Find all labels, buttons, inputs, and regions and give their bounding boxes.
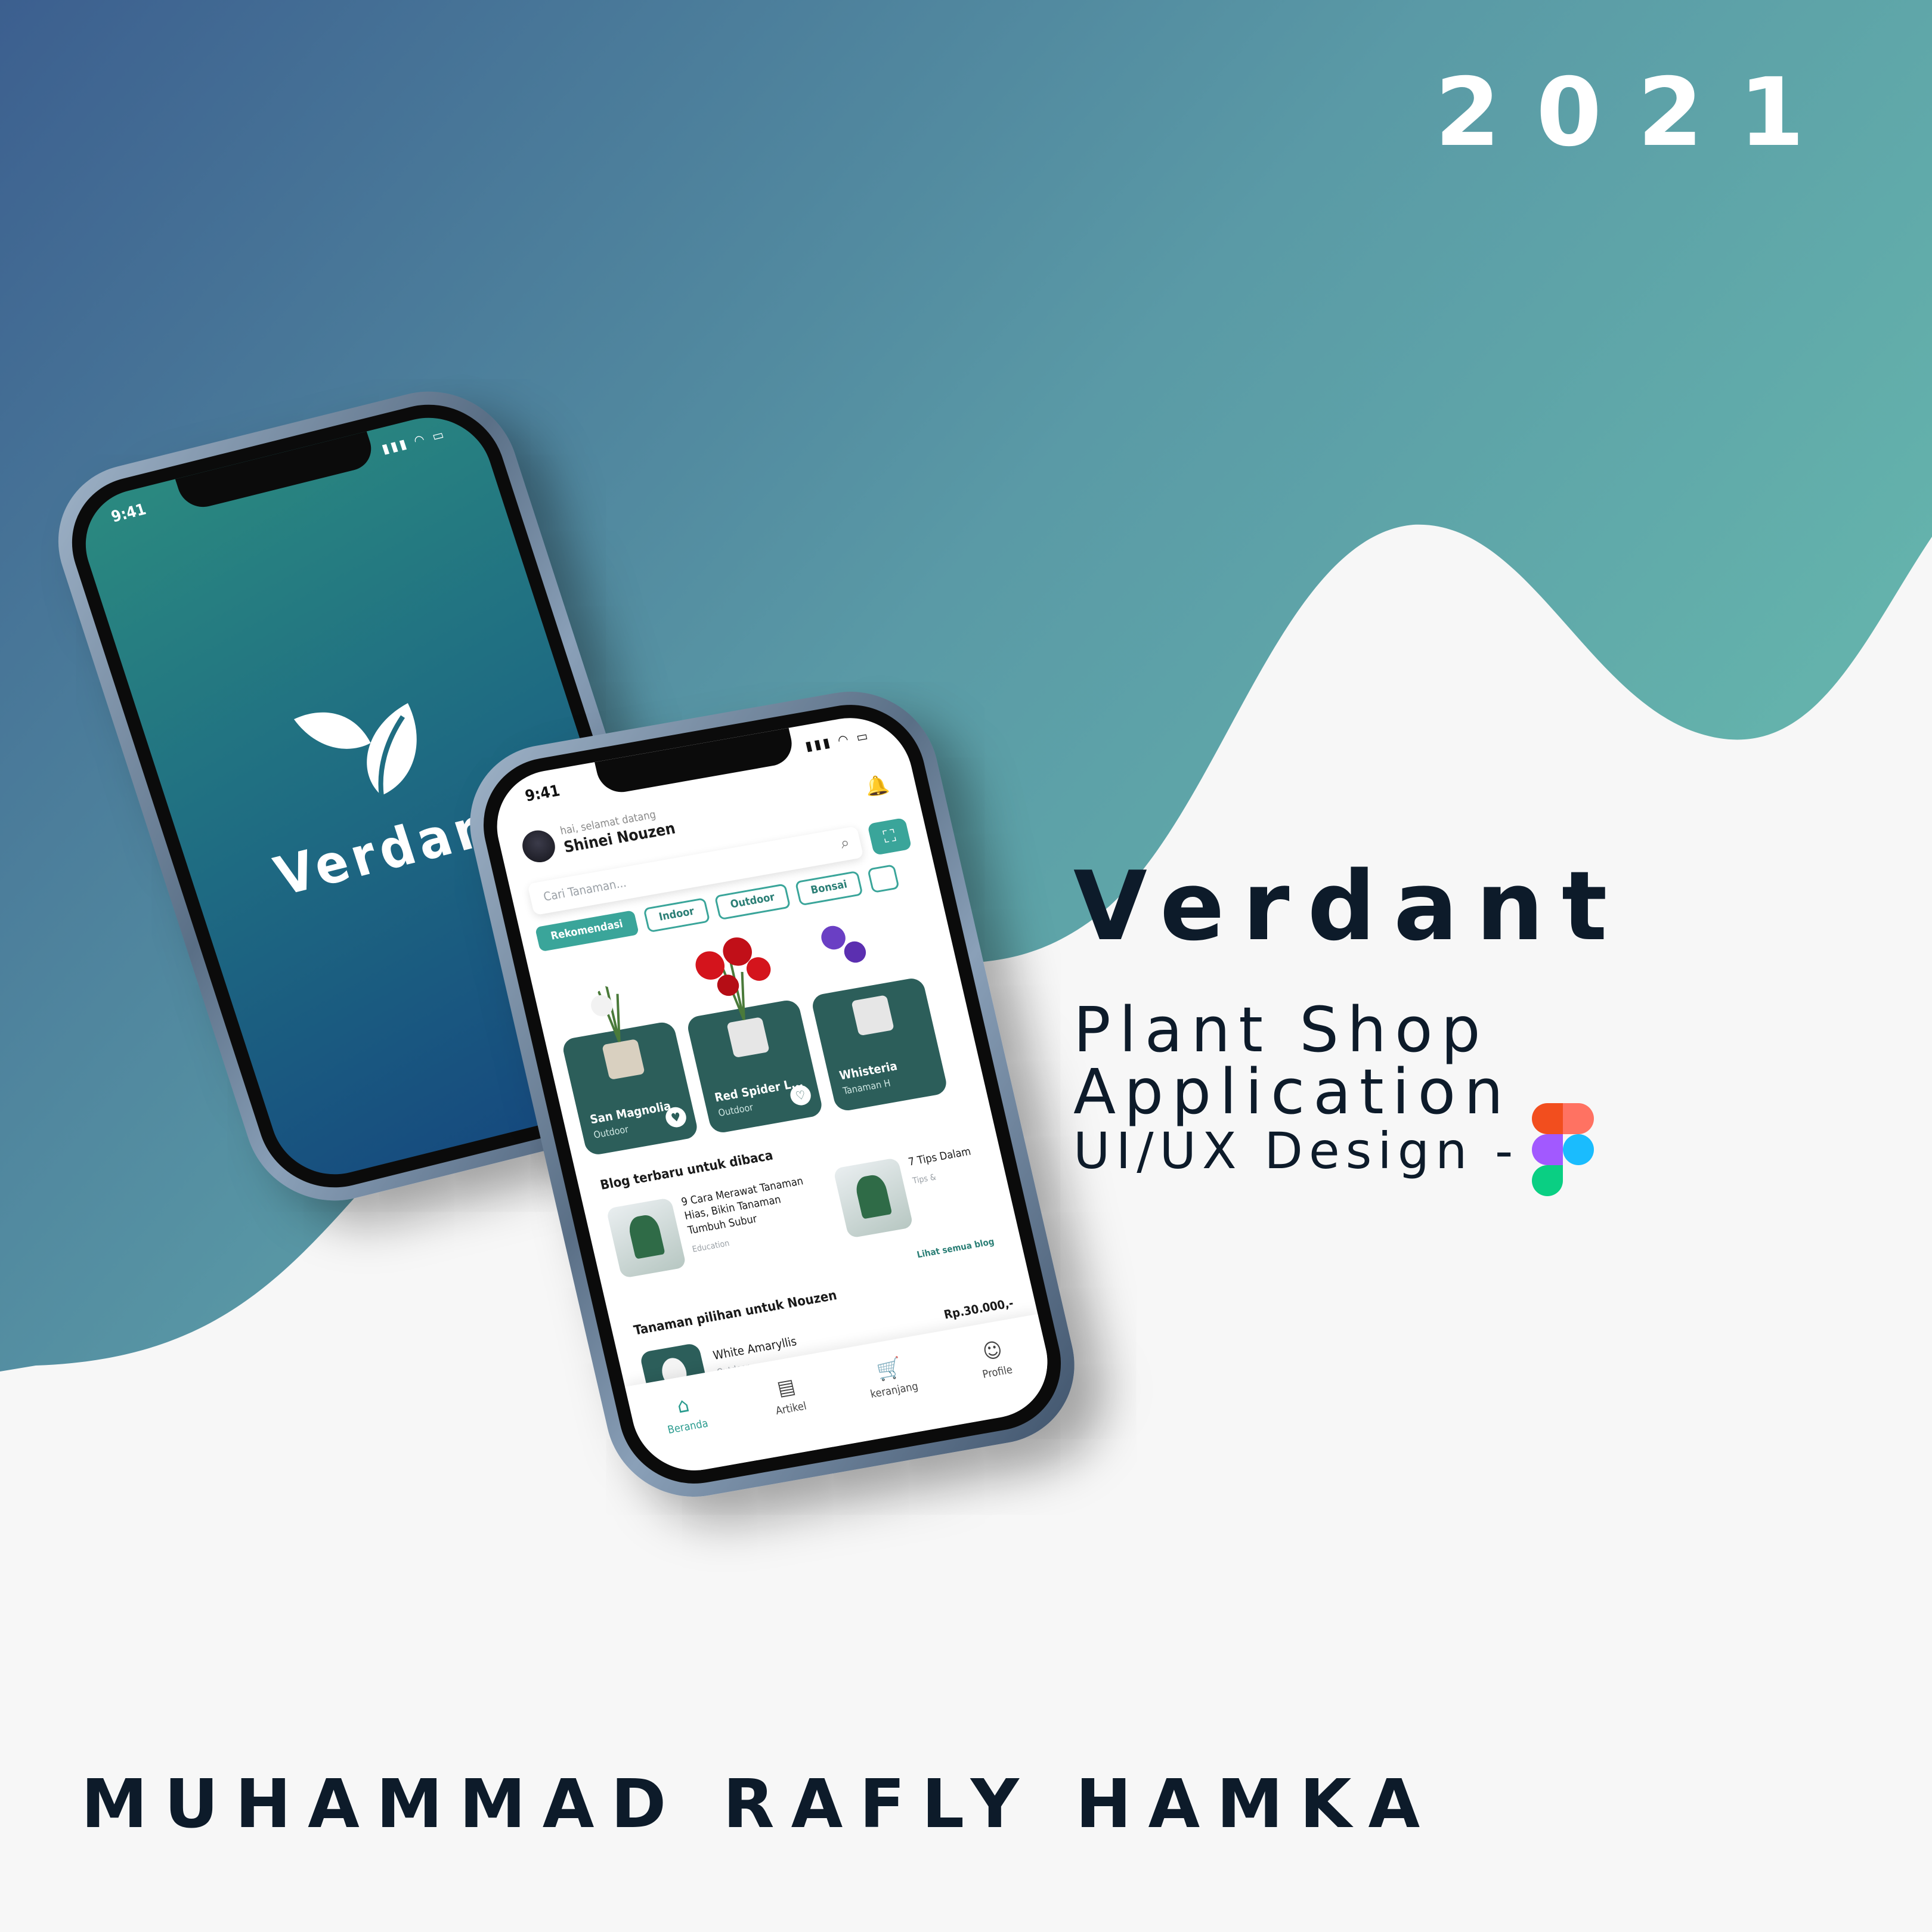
figma-icon — [1531, 1103, 1596, 1199]
nav-profile[interactable]: ☺ Profile — [949, 1332, 1049, 1423]
avatar[interactable] — [519, 828, 559, 865]
blog-thumbnail — [832, 1157, 914, 1239]
design-label-row: UI/UX Design - — [1073, 1103, 1596, 1199]
search-placeholder: Cari Tanaman... — [542, 875, 628, 904]
status-icons: ▮▮▮ ◠ ▭ — [380, 426, 448, 457]
status-icons: ▮▮▮ ◠ ▭ — [804, 728, 872, 754]
leaf-icon — [293, 703, 417, 796]
nav-keranjang[interactable]: 🛒 keranjang — [846, 1351, 946, 1442]
chip-rekomendasi[interactable]: Rekomendasi — [534, 910, 639, 952]
chip-indoor[interactable]: Indoor — [643, 897, 711, 933]
bell-icon[interactable]: 🔔 — [862, 772, 891, 798]
status-time: 9:41 — [109, 500, 148, 527]
blog-thumbnail — [606, 1197, 687, 1279]
nav-beranda[interactable]: ⌂ Beranda — [639, 1387, 739, 1478]
blog-item[interactable]: 9 Cara Merawat Tanaman Hias, Bikin Tanam… — [606, 1172, 838, 1296]
status-time: 9:41 — [523, 782, 562, 806]
chip-more[interactable] — [867, 864, 900, 893]
chip-bonsai[interactable]: Bonsai — [795, 870, 864, 906]
blog-list: 9 Cara Merawat Tanaman Hias, Bikin Tanam… — [606, 1140, 1018, 1296]
chip-outdoor[interactable]: Outdoor — [714, 883, 791, 921]
search-icon: ⌕ — [838, 834, 852, 853]
year-label: 2021 — [1435, 58, 1840, 168]
poster-title: Verdant — [1073, 850, 1626, 962]
picked-plant-price: Rp.30.000,- — [942, 1295, 1015, 1322]
design-label: UI/UX Design - — [1073, 1122, 1519, 1180]
scan-icon[interactable]: ⛶ — [867, 817, 912, 856]
author-name: MUHAMMAD RAFLY HAMKA — [81, 1766, 1437, 1843]
nav-artikel[interactable]: ▤ Artikel — [742, 1368, 843, 1460]
